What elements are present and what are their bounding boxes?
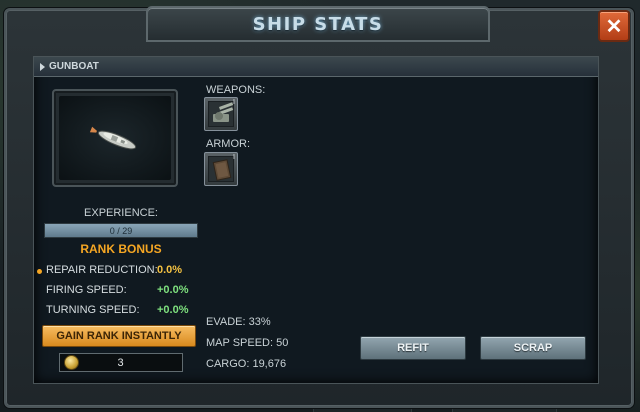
stat-label: REPAIR REDUCTION: — [46, 264, 158, 276]
coin-icon — [64, 355, 79, 370]
stat-turning-speed: TURNING SPEED: +0.0% — [34, 304, 204, 318]
armor-slot[interactable]: I — [204, 152, 238, 186]
ship-name: GUNBOAT — [49, 61, 99, 72]
gain-rank-cost: 3 — [59, 353, 183, 372]
rank-bonus-label: RANK BONUS — [80, 242, 162, 256]
title-tab: SHIP STATS — [146, 6, 490, 42]
weapon-slot-well — [208, 101, 234, 127]
close-icon: ✕ — [605, 15, 623, 38]
expand-arrow-icon — [40, 62, 45, 71]
evade-stat: EVADE: 33% — [206, 316, 271, 328]
close-button[interactable]: ✕ — [598, 10, 630, 42]
ship-portrait — [59, 96, 171, 180]
experience-label: EXPERIENCE: — [84, 207, 158, 219]
armor-plate-icon — [212, 159, 232, 181]
stat-value: +0.0% — [157, 304, 189, 316]
armor-label: ARMOR: — [206, 138, 250, 150]
stat-firing-speed: FIRING SPEED: +0.0% — [34, 284, 204, 298]
stat-label: FIRING SPEED: — [46, 284, 127, 296]
gain-rank-instantly-button[interactable]: GAIN RANK INSTANTLY — [42, 325, 196, 347]
stat-value: 0.0% — [157, 264, 183, 276]
experience-bar: 0 / 29 — [44, 223, 198, 238]
weapon-slot[interactable]: I — [204, 97, 238, 131]
ship-header[interactable]: GUNBOAT — [34, 57, 598, 77]
ship-portrait-frame — [52, 89, 178, 187]
armor-slot-tag: I — [233, 154, 235, 161]
bullet-icon — [37, 269, 42, 274]
cost-value: 3 — [117, 356, 124, 369]
armor-slot-well — [208, 156, 234, 182]
experience-value: 0 / 29 — [109, 225, 133, 236]
stat-label: TURNING SPEED: — [46, 304, 140, 316]
stat-repair-reduction: REPAIR REDUCTION: 0.0% — [34, 264, 204, 278]
stat-value: +0.0% — [157, 284, 189, 296]
cannon-icon — [213, 102, 234, 122]
cargo-stat: CARGO: 19,676 — [206, 358, 287, 370]
dialog-title: SHIP STATS — [252, 13, 384, 35]
map-speed-stat: MAP SPEED: 50 — [206, 337, 289, 349]
refit-button[interactable]: REFIT — [360, 336, 466, 360]
gunboat-icon — [89, 126, 137, 150]
scrap-button[interactable]: SCRAP — [480, 336, 586, 360]
weapon-slot-tag: I — [233, 99, 235, 106]
weapons-label: WEAPONS: — [206, 84, 266, 96]
ship-panel: GUNBOAT EXPERIENCE: 0 / 29 RANK BONUS RE… — [33, 56, 599, 384]
